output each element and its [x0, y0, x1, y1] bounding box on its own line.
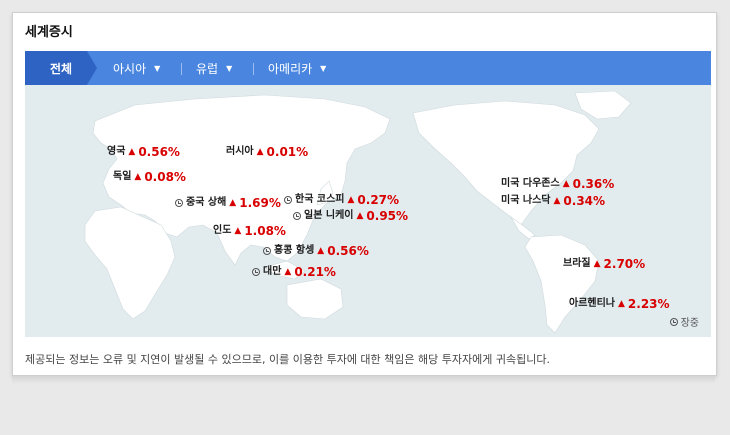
chevron-down-icon: ▼: [226, 63, 233, 73]
panel-title: 세계증시: [25, 25, 73, 40]
tab-asia[interactable]: 아시아 ▼: [113, 51, 160, 85]
up-arrow-icon: ▲: [317, 246, 325, 256]
up-arrow-icon: ▲: [593, 259, 601, 269]
market-uk[interactable]: 영국 ▲ 0.56%: [107, 145, 180, 159]
clock-icon: [284, 196, 292, 204]
market-taiwan[interactable]: 대만 ▲ 0.21%: [252, 265, 336, 279]
market-hongkong-hangseng[interactable]: 홍콩 항셍 ▲ 0.56%: [263, 244, 369, 258]
tab-europe-label: 유럽: [196, 61, 219, 76]
market-korea-kospi[interactable]: 한국 코스피 ▲ 0.27%: [284, 193, 399, 207]
up-arrow-icon: ▲: [356, 211, 364, 221]
up-arrow-icon: ▲: [234, 226, 242, 236]
tab-americas[interactable]: 아메리카 ▼: [268, 51, 326, 85]
up-arrow-icon: ▲: [562, 179, 570, 189]
clock-icon: [252, 268, 260, 276]
up-arrow-icon: ▲: [256, 147, 264, 157]
tab-all[interactable]: 전체: [25, 51, 97, 85]
market-japan-nikkei[interactable]: 일본 니케이 ▲ 0.95%: [293, 209, 408, 223]
disclaimer-text: 제공되는 정보는 오류 및 지연이 발생될 수 있으므로, 이를 이용한 투자에…: [25, 353, 550, 366]
up-arrow-icon: ▲: [134, 172, 142, 182]
up-arrow-icon: ▲: [553, 196, 561, 206]
australia-landmass: [286, 278, 344, 320]
up-arrow-icon: ▲: [229, 198, 237, 208]
market-india[interactable]: 인도 ▲ 1.08%: [213, 224, 286, 238]
market-us-dow[interactable]: 미국 다우존스 ▲ 0.36%: [501, 177, 614, 191]
up-arrow-icon: ▲: [618, 299, 625, 309]
market-brazil[interactable]: 브라질 ▲ 2.70%: [563, 257, 645, 271]
tab-divider: [181, 63, 182, 75]
market-argentina[interactable]: 아르헨티나 ▲ 2.23%: [569, 297, 670, 311]
up-arrow-icon: ▲: [128, 147, 136, 157]
clock-icon: [175, 199, 183, 207]
tab-asia-label: 아시아: [113, 61, 147, 76]
legend-intraday: 장중: [669, 314, 699, 329]
clock-icon: [669, 317, 678, 326]
legend-label: 장중: [680, 318, 699, 329]
chevron-down-icon: ▼: [154, 63, 161, 73]
world-map: 영국 ▲ 0.56% 독일 ▲ 0.08% 러시아 ▲ 0.01% 중국 상해 …: [25, 85, 711, 337]
market-us-nasdaq[interactable]: 미국 나스닥 ▲ 0.34%: [501, 194, 605, 208]
market-germany[interactable]: 독일 ▲ 0.08%: [113, 170, 186, 184]
market-china-shanghai[interactable]: 중국 상해 ▲ 1.69%: [175, 196, 281, 210]
tab-americas-label: 아메리카: [268, 61, 313, 76]
tab-europe[interactable]: 유럽 ▼: [196, 51, 232, 85]
world-stocks-panel: 세계증시 전체 아시아 ▼ 유럽 ▼ 아메리카 ▼ 영국 ▲ 0.56% 독일 …: [12, 12, 717, 376]
tab-divider: [253, 63, 254, 75]
clock-icon: [263, 247, 271, 255]
chevron-down-icon: ▼: [320, 63, 327, 73]
region-tab-bar: 전체 아시아 ▼ 유럽 ▼ 아메리카 ▼: [25, 51, 711, 85]
clock-icon: [293, 212, 301, 220]
market-russia[interactable]: 러시아 ▲ 0.01%: [226, 145, 308, 159]
up-arrow-icon: ▲: [284, 267, 292, 277]
panel-shadow: [12, 376, 715, 384]
south-america-landmass: [524, 234, 600, 334]
up-arrow-icon: ▲: [347, 195, 355, 205]
